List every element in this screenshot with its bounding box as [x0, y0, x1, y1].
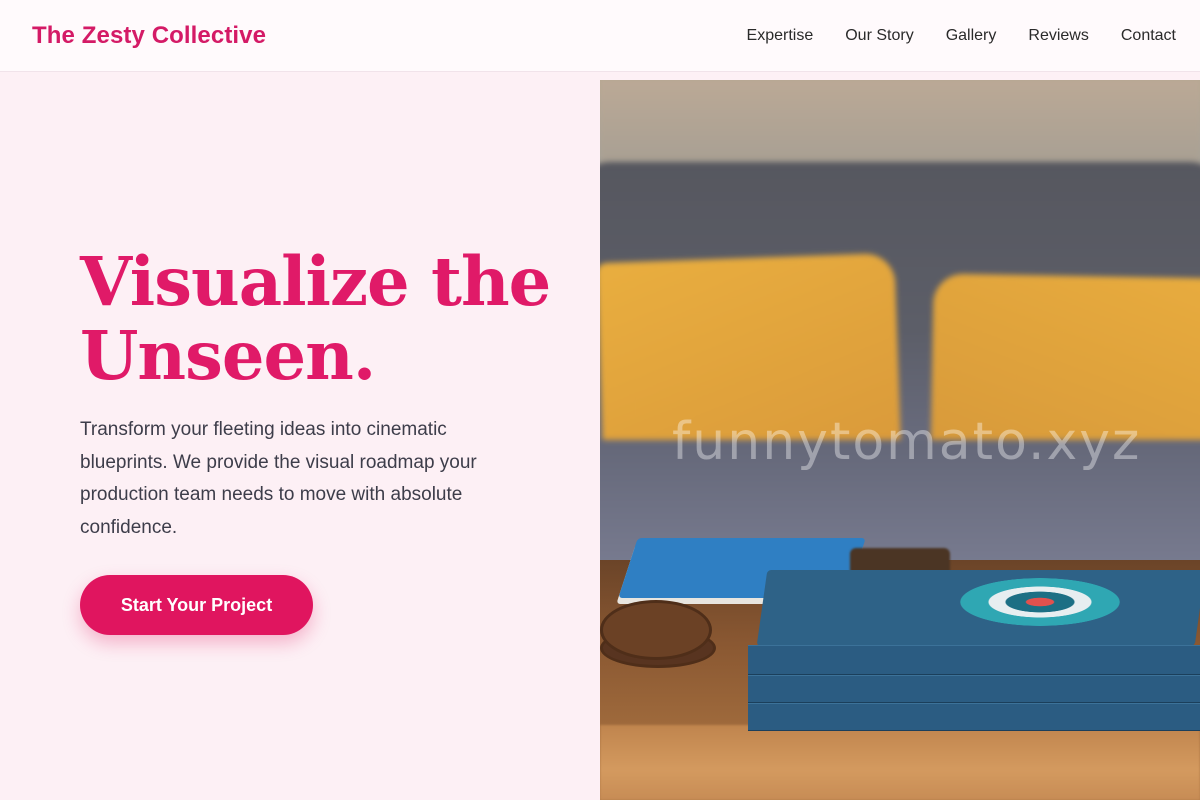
- photo-target-graphic: [960, 578, 1120, 626]
- nav-link-contact[interactable]: Contact: [1121, 27, 1176, 45]
- nav-link-expertise[interactable]: Expertise: [747, 27, 814, 45]
- nav-link-our-story[interactable]: Our Story: [845, 27, 913, 45]
- hero-title: Visualize the Unseen.: [80, 242, 551, 395]
- photo-book-1: [748, 645, 1200, 675]
- hero-section: Visualize the Unseen. Transform your fle…: [0, 73, 600, 800]
- hero-description: Transform your fleeting ideas into cinem…: [80, 419, 477, 538]
- photo-coaster-top: [600, 600, 712, 660]
- photo-book-3: [748, 703, 1200, 731]
- nav-links: Expertise Our Story Gallery Reviews Cont…: [715, 27, 1176, 45]
- start-project-button[interactable]: Start Your Project: [80, 575, 313, 635]
- nav-link-gallery[interactable]: Gallery: [946, 27, 997, 45]
- photo-book-2: [748, 675, 1200, 703]
- brand-logo[interactable]: The Zesty Collective: [32, 22, 266, 50]
- photo-table-edge: [600, 725, 1200, 800]
- photo-wall: [600, 80, 1200, 170]
- navbar: The Zesty Collective Expertise Our Story…: [0, 0, 1200, 72]
- nav-link-reviews[interactable]: Reviews: [1028, 27, 1088, 45]
- watermark-text: funnytomato.xyz: [672, 412, 1142, 472]
